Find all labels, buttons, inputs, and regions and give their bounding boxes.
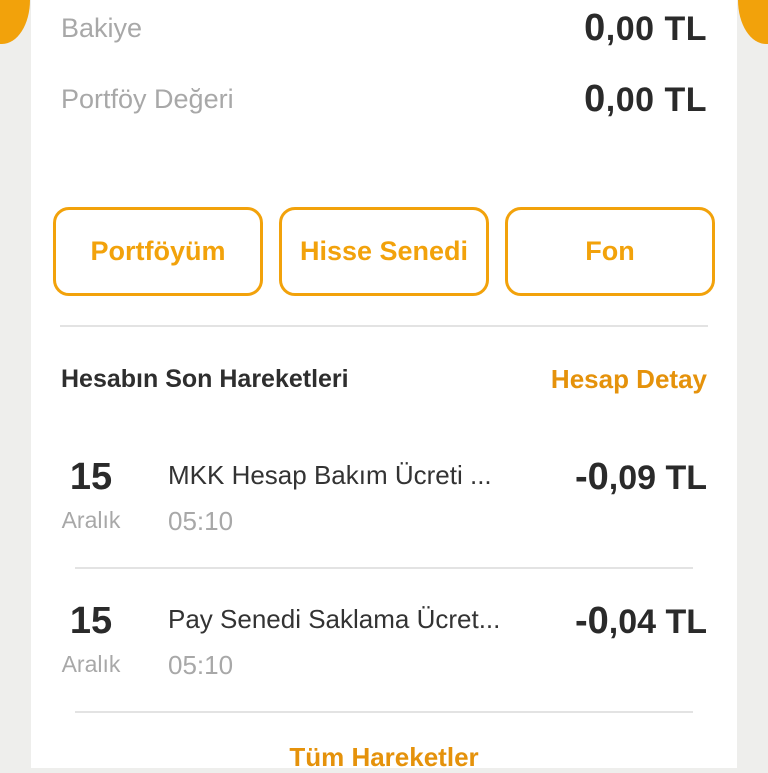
stocks-button-label: Hisse Senedi [299,236,469,266]
transaction-title: Pay Senedi Saklama Ücret... [168,604,501,634]
balance-value-fraction: ,00 TL [605,9,707,48]
my-portfolio-button-label: Portföyüm [90,236,226,266]
balance-value: 0,00 TL [584,7,707,50]
quick-actions: Portföyüm Hisse Senedi Fon [53,207,715,296]
portfolio-value-row: Portföy Değeri 0,00 TL [61,75,707,123]
section-divider [60,325,708,327]
transaction-month: Aralık [61,507,121,533]
recent-transactions-header: Hesabın Son Hareketleri Hesap Detay [61,356,707,402]
recent-transactions-title: Hesabın Son Hareketleri [61,364,349,393]
transaction-time: 05:10 [168,506,234,536]
all-transactions-link[interactable]: Tüm Hareketler [31,742,737,773]
portfolio-value-integer: 0 [584,77,606,120]
transaction-divider [75,711,693,713]
my-portfolio-button[interactable]: Portföyüm [53,207,263,296]
portfolio-value: 0,00 TL [584,78,707,121]
portfolio-value-label: Portföy Değeri [61,83,234,114]
transaction-amount-fraction: ,09 TL [608,459,707,497]
transaction-amount-integer: -0 [574,456,609,498]
transaction-amount-fraction: ,04 TL [608,603,707,641]
transaction-day: 15 [69,456,113,498]
transaction-title: MKK Hesap Bakım Ücreti ... [168,460,492,490]
transaction-amount: -0,04 TL [575,597,707,646]
balance-label: Bakiye [61,12,143,43]
transaction-row[interactable]: 15 Aralık MKK Hesap Bakım Ücreti ... 05:… [31,445,737,565]
transaction-amount: -0,09 TL [575,453,707,502]
transaction-month: Aralık [61,651,121,677]
transaction-day: 15 [69,600,113,642]
transaction-time: 05:10 [168,650,234,680]
portfolio-value-fraction: ,00 TL [605,80,707,119]
transaction-row[interactable]: 15 Aralık Pay Senedi Saklama Ücret... 05… [31,589,737,709]
transaction-divider [75,567,693,569]
transaction-date: 15 Aralık [59,597,123,679]
funds-button-label: Fon [585,236,635,266]
header-accent-left [0,0,30,44]
balance-value-integer: 0 [584,6,606,49]
stocks-button[interactable]: Hisse Senedi [279,207,489,296]
transaction-date: 15 Aralık [59,453,123,535]
account-detail-link[interactable]: Hesap Detay [551,364,707,395]
account-card: Bakiye 0,00 TL Portföy Değeri 0,00 TL Po… [31,0,737,772]
balance-row: Bakiye 0,00 TL [61,4,707,52]
funds-button[interactable]: Fon [505,207,715,296]
header-accent-right [738,0,768,44]
transaction-amount-integer: -0 [574,600,609,642]
